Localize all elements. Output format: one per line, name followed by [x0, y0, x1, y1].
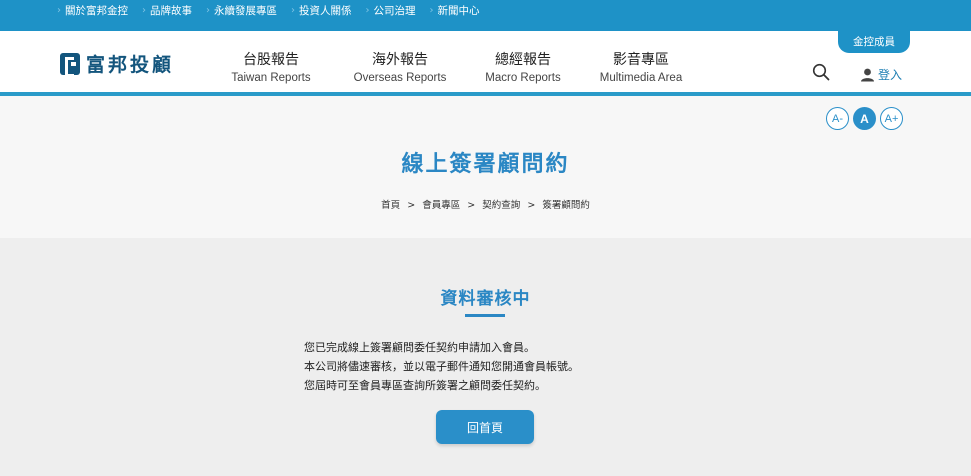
top-nav: › 關於富邦金控 › 品牌故事 › 永續發展專區 › 投資人關係 › 公司治理 › 新聞中心: [57, 0, 480, 20]
nav-label-zh: 影音專區: [613, 52, 669, 68]
page-title: 線上簽署顧問約: [401, 152, 570, 177]
top-nav-label: 新聞中心: [437, 4, 480, 17]
nav-label-en: Taiwan Reports: [231, 72, 311, 84]
nav-label-en: Overseas Reports: [353, 72, 447, 84]
top-nav-investor-relations[interactable]: › 投資人關係: [291, 3, 352, 18]
breadcrumb-current: 簽署顧問約: [542, 200, 590, 211]
nav-taiwan-reports[interactable]: 台股報告 Taiwan Reports: [217, 51, 325, 86]
back-home-button[interactable]: 回首頁: [436, 410, 534, 444]
top-nav-label: 公司治理: [373, 4, 416, 17]
breadcrumb-separator: >: [527, 200, 536, 211]
section-title-underline: [465, 314, 505, 317]
status-line: 本公司將儘速審核，並以電子郵件通知您開通會員帳號。: [304, 360, 579, 373]
chevron-right-icon: ›: [142, 4, 146, 16]
top-bar: › 關於富邦金控 › 品牌故事 › 永續發展專區 › 投資人關係 › 公司治理 › 新聞中心: [0, 0, 971, 31]
nav-label-en: Macro Reports: [485, 72, 561, 84]
nav-multimedia-area[interactable]: 影音專區 Multimedia Area: [588, 51, 694, 86]
font-size-controls: A- A A+: [826, 107, 903, 130]
group-members-tab[interactable]: 金控成員: [838, 31, 910, 53]
top-nav-label: 品牌故事: [150, 4, 192, 17]
nav-label-zh: 總經報告: [495, 52, 551, 68]
chevron-right-icon: ›: [291, 4, 295, 16]
nav-label-zh: 台股報告: [243, 52, 299, 68]
chevron-right-icon: ›: [429, 4, 434, 16]
search-icon[interactable]: [812, 63, 830, 81]
top-nav-sustainability[interactable]: › 永續發展專區: [206, 3, 277, 18]
nav-overseas-reports[interactable]: 海外報告 Overseas Reports: [342, 51, 458, 86]
top-nav-label: 關於富邦金控: [65, 4, 128, 17]
breadcrumb-home[interactable]: 首頁: [381, 200, 400, 211]
chevron-right-icon: ›: [206, 4, 210, 16]
breadcrumb: 首頁 > 會員專區 > 契約查詢 > 簽署顧問約: [0, 197, 971, 211]
status-line: 您屆時可至會員專區查詢所簽署之顧問委任契約。: [304, 379, 546, 392]
breadcrumb-member-area[interactable]: 會員專區: [422, 200, 460, 211]
top-nav-label: 投資人關係: [299, 4, 352, 17]
section-title: 資料審核中: [440, 289, 531, 309]
top-nav-news[interactable]: › 新聞中心: [430, 3, 480, 18]
breadcrumb-contract-query[interactable]: 契約查詢: [482, 200, 520, 211]
chevron-right-icon: ›: [57, 4, 61, 16]
group-members-label: 金控成員: [853, 36, 895, 48]
login-label: 登入: [878, 68, 903, 82]
top-nav-about[interactable]: › 關於富邦金控: [57, 3, 128, 18]
breadcrumb-separator: >: [467, 200, 476, 211]
top-nav-label: 永續發展專區: [214, 4, 277, 17]
login-button[interactable]: 登入: [860, 66, 902, 83]
nav-label-zh: 海外報告: [372, 52, 428, 68]
top-nav-governance[interactable]: › 公司治理: [366, 3, 416, 18]
font-increase-button[interactable]: A+: [880, 107, 903, 130]
nav-label-en: Multimedia Area: [599, 72, 683, 84]
site-header: 富邦投顧 台股報告 Taiwan Reports 海外報告 Overseas R…: [0, 31, 971, 92]
user-icon: [861, 68, 874, 81]
top-nav-brand-story[interactable]: › 品牌故事: [142, 3, 192, 18]
status-message: 您已完成線上簽署顧問委任契約申請加入會員。 本公司將儘速審核，並以電子郵件通知您…: [304, 338, 579, 395]
status-line: 您已完成線上簽署顧問委任契約申請加入會員。: [304, 341, 535, 354]
font-default-button[interactable]: A: [853, 107, 876, 130]
font-decrease-button[interactable]: A-: [826, 107, 849, 130]
breadcrumb-separator: >: [407, 200, 416, 211]
nav-macro-reports[interactable]: 總經報告 Macro Reports: [475, 51, 571, 86]
chevron-right-icon: ›: [365, 4, 370, 16]
